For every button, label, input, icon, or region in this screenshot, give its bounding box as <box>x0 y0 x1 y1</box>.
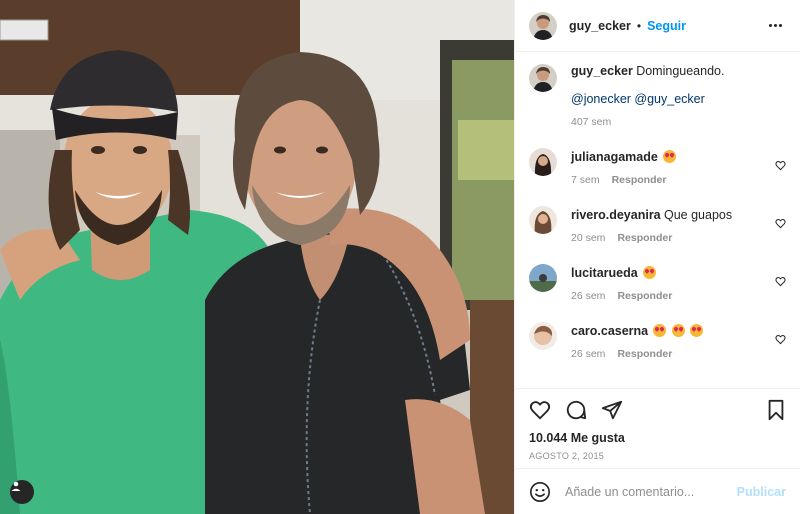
comment-time: 26 sem <box>571 348 606 360</box>
comment-icon[interactable] <box>565 399 587 421</box>
comment-item: caro.caserna 26 sem Responder <box>529 322 786 360</box>
follow-button[interactable]: Seguir <box>647 19 686 33</box>
caption-text: Domingueando. <box>636 64 725 78</box>
comment-username[interactable]: rivero.deyanira <box>571 208 661 222</box>
separator-dot: • <box>636 18 642 33</box>
comment-text: Que guapos <box>663 208 733 222</box>
instagram-post-modal: guy_ecker • Seguir guy_ecker Domingueand… <box>0 0 800 514</box>
caption-username[interactable]: guy_ecker <box>571 64 633 78</box>
post-header: guy_ecker • Seguir <box>515 0 800 52</box>
commenter-avatar[interactable] <box>529 264 557 292</box>
user-tag-button[interactable] <box>10 480 34 504</box>
comment-composer: Publicar <box>515 468 800 514</box>
post-side-panel: guy_ecker • Seguir guy_ecker Domingueand… <box>514 0 800 514</box>
likes-count[interactable]: 10.044 Me gusta <box>529 431 786 445</box>
comment-like-heart-icon[interactable] <box>775 334 786 348</box>
post-actions-section: 10.044 Me gusta AGOSTO 2, 2015 <box>515 388 800 468</box>
comments-list[interactable]: guy_ecker Domingueando. @jonecker @guy_e… <box>515 52 800 388</box>
commenter-avatar[interactable] <box>529 322 557 350</box>
caption-avatar-image <box>529 64 557 92</box>
commenter-avatar[interactable] <box>529 206 557 234</box>
more-options-icon[interactable] <box>765 20 786 31</box>
heart-icon[interactable] <box>529 399 551 421</box>
author-avatar-image <box>529 11 557 40</box>
comment-username[interactable]: julianagamade <box>571 150 658 164</box>
reply-button[interactable]: Responder <box>617 232 672 244</box>
comment-time: 26 sem <box>571 290 606 302</box>
paper-plane-icon[interactable] <box>601 399 623 421</box>
author-avatar[interactable] <box>529 11 557 40</box>
caption-time: 407 sem <box>571 116 612 128</box>
comment-item: julianagamade 7 sem Responder <box>529 148 786 186</box>
bookmark-icon[interactable] <box>766 399 786 421</box>
comment-input[interactable] <box>565 484 737 499</box>
reply-button[interactable]: Responder <box>617 290 672 302</box>
comment-like-heart-icon[interactable] <box>775 218 786 232</box>
commenter-avatar-image <box>529 206 557 234</box>
photo-illustration <box>0 0 514 514</box>
comment-like-heart-icon[interactable] <box>775 160 786 174</box>
commenter-avatar[interactable] <box>529 148 557 176</box>
post-date: AGOSTO 2, 2015 <box>529 451 605 461</box>
comment-like-heart-icon[interactable] <box>775 276 786 290</box>
heart-eyes-emoji <box>690 324 704 337</box>
comment-time: 20 sem <box>571 232 606 244</box>
heart-eyes-emoji <box>653 324 667 337</box>
heart-eyes-emoji <box>643 266 657 279</box>
comment-username[interactable]: caro.caserna <box>571 324 648 338</box>
publish-button[interactable]: Publicar <box>737 485 786 499</box>
action-bar <box>529 399 786 421</box>
commenter-avatar-image <box>529 264 557 292</box>
user-tag-icon <box>11 481 21 491</box>
reply-button[interactable]: Responder <box>617 348 672 360</box>
smiley-icon[interactable] <box>529 481 551 503</box>
comment-time: 7 sem <box>571 174 600 186</box>
commenter-avatar-image <box>529 148 557 176</box>
post-caption: guy_ecker Domingueando. @jonecker @guy_e… <box>529 64 786 128</box>
reply-button[interactable]: Responder <box>612 174 667 186</box>
comment-item: rivero.deyanira Que guapos 20 sem Respon… <box>529 206 786 244</box>
comment-username[interactable]: lucitarueda <box>571 266 638 280</box>
heart-eyes-emoji <box>671 324 685 337</box>
post-photo[interactable] <box>0 0 514 514</box>
commenter-avatar-image <box>529 322 557 350</box>
caption-mentions[interactable]: @jonecker @guy_ecker <box>571 92 724 106</box>
author-username[interactable]: guy_ecker <box>569 19 631 33</box>
heart-eyes-emoji <box>663 150 677 163</box>
caption-avatar[interactable] <box>529 64 557 92</box>
comment-item: lucitarueda 26 sem Responder <box>529 264 786 302</box>
